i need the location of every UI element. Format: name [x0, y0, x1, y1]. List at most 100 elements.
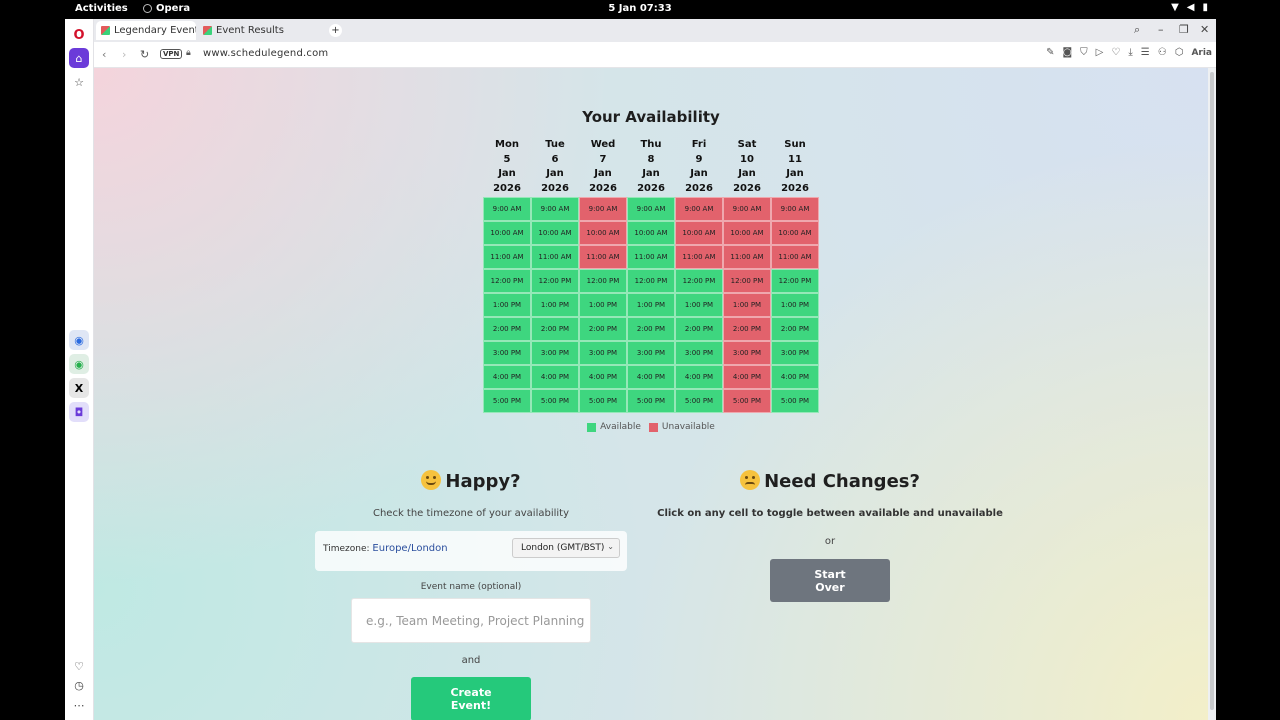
profile-icon[interactable]: ⚇	[1158, 47, 1167, 58]
time-slot-available[interactable]: 1:00 PM	[771, 293, 819, 317]
time-slot-available[interactable]: 4:00 PM	[771, 365, 819, 389]
extensions-icon[interactable]: ⬡	[1175, 47, 1184, 58]
page-scrollbar[interactable]	[1208, 68, 1216, 720]
time-slot-unavailable[interactable]: 11:00 AM	[579, 245, 627, 269]
time-slot-available[interactable]: 2:00 PM	[531, 317, 579, 341]
time-slot-available[interactable]: 3:00 PM	[675, 341, 723, 365]
forward-icon[interactable]: ›	[122, 48, 126, 61]
whatsapp-icon[interactable]: ◉	[69, 354, 89, 374]
time-slot-unavailable[interactable]: 10:00 AM	[723, 221, 771, 245]
time-slot-unavailable[interactable]: 9:00 AM	[579, 197, 627, 221]
time-slot-available[interactable]: 11:00 AM	[531, 245, 579, 269]
bookmarks-icon[interactable]: ☆	[69, 72, 89, 92]
time-slot-available[interactable]: 1:00 PM	[675, 293, 723, 317]
close-icon[interactable]: ✕	[1200, 23, 1209, 36]
heart-outline-icon[interactable]: ♡	[1111, 47, 1120, 58]
time-slot-available[interactable]: 4:00 PM	[531, 365, 579, 389]
time-slot-unavailable[interactable]: 12:00 PM	[723, 269, 771, 293]
tab-event-results[interactable]: Event Results	[198, 21, 298, 40]
time-slot-available[interactable]: 4:00 PM	[627, 365, 675, 389]
time-slot-available[interactable]: 5:00 PM	[627, 389, 675, 413]
aria-button[interactable]: Aria	[1191, 48, 1212, 58]
time-slot-available[interactable]: 3:00 PM	[483, 341, 531, 365]
time-slot-available[interactable]: 4:00 PM	[675, 365, 723, 389]
system-tray[interactable]: ▼ ◀ ▮	[1171, 2, 1208, 13]
time-slot-unavailable[interactable]: 3:00 PM	[723, 341, 771, 365]
time-slot-available[interactable]: 9:00 AM	[627, 197, 675, 221]
time-slot-available[interactable]: 10:00 AM	[483, 221, 531, 245]
new-tab-button[interactable]: +	[329, 24, 342, 37]
time-slot-available[interactable]: 12:00 PM	[579, 269, 627, 293]
aria-icon[interactable]: ◘	[69, 402, 89, 422]
time-slot-available[interactable]: 5:00 PM	[483, 389, 531, 413]
edit-icon[interactable]: ✎	[1046, 47, 1054, 58]
tab-legendary-event[interactable]: Legendary Event	[96, 21, 196, 40]
time-slot-available[interactable]: 2:00 PM	[771, 317, 819, 341]
time-slot-available[interactable]: 1:00 PM	[627, 293, 675, 317]
minimize-icon[interactable]: –	[1158, 23, 1164, 36]
lock-icon[interactable]: 🔒︎	[186, 48, 191, 58]
time-slot-available[interactable]: 5:00 PM	[771, 389, 819, 413]
time-slot-available[interactable]: 3:00 PM	[579, 341, 627, 365]
time-slot-available[interactable]: 12:00 PM	[771, 269, 819, 293]
time-slot-available[interactable]: 12:00 PM	[675, 269, 723, 293]
time-slot-unavailable[interactable]: 10:00 AM	[771, 221, 819, 245]
time-slot-available[interactable]: 4:00 PM	[483, 365, 531, 389]
time-slot-available[interactable]: 4:00 PM	[579, 365, 627, 389]
history-icon[interactable]: ◷	[69, 675, 89, 695]
download-icon[interactable]: ⤓	[1128, 47, 1132, 58]
time-slot-available[interactable]: 10:00 AM	[627, 221, 675, 245]
time-slot-unavailable[interactable]: 10:00 AM	[579, 221, 627, 245]
create-event-button[interactable]: Create Event!	[411, 677, 531, 720]
easy-setup-icon[interactable]: ☰	[1141, 47, 1150, 58]
time-slot-unavailable[interactable]: 11:00 AM	[771, 245, 819, 269]
time-slot-available[interactable]: 12:00 PM	[483, 269, 531, 293]
reload-icon[interactable]: ↻	[140, 48, 149, 61]
time-slot-available[interactable]: 1:00 PM	[483, 293, 531, 317]
time-slot-available[interactable]: 2:00 PM	[483, 317, 531, 341]
vpn-badge[interactable]: VPN	[160, 49, 183, 59]
timezone-select[interactable]: London (GMT/BST) ⌄	[512, 538, 620, 558]
more-icon[interactable]: ⋯	[69, 695, 89, 715]
x-twitter-icon[interactable]: X	[69, 378, 89, 398]
event-name-input[interactable]: e.g., Team Meeting, Project Planning	[351, 598, 591, 643]
time-slot-available[interactable]: 2:00 PM	[579, 317, 627, 341]
url-field[interactable]: www.schedulegend.com	[203, 48, 328, 59]
time-slot-unavailable[interactable]: 1:00 PM	[723, 293, 771, 317]
restore-icon[interactable]: ❐	[1179, 23, 1189, 36]
time-slot-available[interactable]: 1:00 PM	[531, 293, 579, 317]
camera-icon[interactable]: ◙	[1062, 47, 1072, 58]
time-slot-available[interactable]: 9:00 AM	[483, 197, 531, 221]
time-slot-available[interactable]: 1:00 PM	[579, 293, 627, 317]
messenger-icon[interactable]: ◉	[69, 330, 89, 350]
opera-menu-icon[interactable]: O	[69, 25, 89, 45]
start-over-button[interactable]: Start Over	[770, 559, 890, 602]
time-slot-unavailable[interactable]: 5:00 PM	[723, 389, 771, 413]
scrollbar-thumb[interactable]	[1210, 72, 1214, 710]
time-slot-available[interactable]: 2:00 PM	[627, 317, 675, 341]
time-slot-available[interactable]: 5:00 PM	[579, 389, 627, 413]
time-slot-available[interactable]: 3:00 PM	[531, 341, 579, 365]
time-slot-available[interactable]: 10:00 AM	[531, 221, 579, 245]
time-slot-unavailable[interactable]: 10:00 AM	[675, 221, 723, 245]
shield-icon[interactable]: ⛉	[1080, 47, 1088, 58]
heart-icon[interactable]: ♡	[69, 656, 89, 676]
time-slot-unavailable[interactable]: 11:00 AM	[675, 245, 723, 269]
time-slot-unavailable[interactable]: 9:00 AM	[771, 197, 819, 221]
time-slot-unavailable[interactable]: 9:00 AM	[675, 197, 723, 221]
time-slot-unavailable[interactable]: 4:00 PM	[723, 365, 771, 389]
time-slot-available[interactable]: 5:00 PM	[675, 389, 723, 413]
home-icon[interactable]: ⌂	[69, 48, 89, 68]
time-slot-available[interactable]: 3:00 PM	[627, 341, 675, 365]
time-slot-available[interactable]: 3:00 PM	[771, 341, 819, 365]
search-tabs-icon[interactable]: ⌕	[1134, 23, 1140, 37]
time-slot-available[interactable]: 11:00 AM	[483, 245, 531, 269]
time-slot-available[interactable]: 12:00 PM	[531, 269, 579, 293]
time-slot-available[interactable]: 5:00 PM	[531, 389, 579, 413]
back-icon[interactable]: ‹	[102, 48, 106, 61]
play-icon[interactable]: ▷	[1096, 47, 1104, 58]
time-slot-unavailable[interactable]: 2:00 PM	[723, 317, 771, 341]
time-slot-available[interactable]: 2:00 PM	[675, 317, 723, 341]
time-slot-unavailable[interactable]: 9:00 AM	[723, 197, 771, 221]
time-slot-available[interactable]: 11:00 AM	[627, 245, 675, 269]
